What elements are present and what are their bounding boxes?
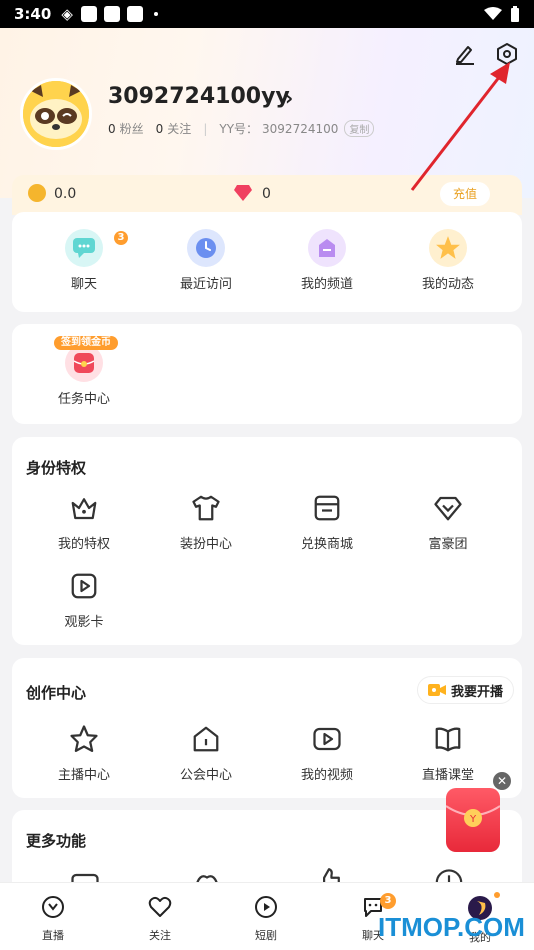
creation-item-live-classroom[interactable]: 直播课堂 — [388, 724, 508, 783]
diamond-icon — [234, 185, 252, 201]
quick-item-my-channel[interactable]: 我的频道 — [267, 229, 387, 292]
star-outline-icon — [70, 725, 98, 752]
coin-balance[interactable]: 0.0 — [54, 186, 76, 202]
notification-icon — [103, 6, 120, 22]
diamond-outline-icon — [434, 496, 462, 521]
status-time: 3:40 — [14, 5, 52, 23]
settings-icon[interactable] — [495, 42, 519, 66]
floating-red-packet[interactable]: Y — [445, 788, 501, 852]
movie-card-icon — [71, 573, 97, 599]
follow-count[interactable]: 0 — [156, 122, 164, 136]
recharge-button[interactable]: 充值 — [440, 182, 490, 206]
red-packet-icon: Y — [445, 805, 501, 827]
privilege-item-movie-card[interactable]: 观影卡 — [24, 571, 144, 630]
diamond-balance[interactable]: 0 — [262, 186, 271, 202]
notification-icon — [126, 6, 143, 22]
privilege-item-exchange-mall[interactable]: 兑换商城 — [267, 493, 387, 552]
fans-label[interactable]: 粉丝 — [120, 120, 144, 137]
chat-icon — [65, 229, 103, 267]
quick-item-recent-visits[interactable]: 最近访问 — [146, 229, 266, 292]
creation-label: 主播中心 — [57, 768, 110, 783]
privilege-label: 装扮中心 — [179, 537, 232, 552]
privilege-label: 我的特权 — [57, 537, 110, 552]
quick-item-label: 我的动态 — [421, 277, 474, 292]
tab-label: 关注 — [149, 929, 171, 942]
status-bar: 3:40 ◈ — [0, 0, 534, 28]
quick-functions-card: 聊天 3 最近访问 我的频道 我的动态 — [12, 212, 522, 312]
camera-icon — [427, 684, 446, 696]
play-tab-icon — [255, 896, 277, 918]
store-icon — [314, 495, 340, 521]
tab-live[interactable]: 直播 — [23, 895, 83, 943]
tab-follow[interactable]: 关注 — [130, 895, 190, 943]
unread-badge: 3 — [114, 231, 128, 245]
watermark: ITMOP.COM — [378, 912, 525, 942]
shirt-icon — [192, 495, 220, 521]
me-dot-indicator — [494, 892, 500, 898]
username[interactable]: 3092724100yy — [108, 84, 290, 109]
star-icon — [429, 229, 467, 267]
close-icon[interactable]: ✕ — [493, 772, 511, 790]
section-title: 身份特权 — [26, 459, 87, 477]
privilege-item-rich-club[interactable]: 富豪团 — [388, 493, 508, 552]
edit-icon[interactable] — [453, 42, 477, 66]
creation-item-guild-center[interactable]: 公会中心 — [146, 724, 266, 783]
clock-icon — [187, 229, 225, 267]
heart-tab-icon — [148, 896, 172, 917]
channel-icon — [308, 229, 346, 267]
wifi-icon — [484, 7, 502, 20]
quick-item-my-moments[interactable]: 我的动态 — [388, 229, 508, 292]
task-center-card: 任务中心 签到领金币 — [12, 324, 522, 424]
section-title: 创作中心 — [26, 684, 87, 702]
profile-stats: 0 粉丝 0 关注 | YY号： 3092724100 复制 — [108, 120, 375, 137]
sign-in-badge: 签到领金币 — [54, 336, 118, 350]
tab-short-drama[interactable]: 短剧 — [236, 895, 296, 943]
privilege-label: 兑换商城 — [300, 537, 353, 552]
creation-label: 直播课堂 — [421, 768, 474, 783]
creation-item-my-videos[interactable]: 我的视频 — [267, 724, 387, 783]
privilege-label: 观影卡 — [64, 615, 104, 630]
coin-icon — [28, 184, 46, 202]
avatar[interactable] — [20, 78, 92, 150]
book-icon — [435, 727, 461, 752]
copy-button[interactable]: 复制 — [344, 120, 375, 137]
follow-label[interactable]: 关注 — [167, 120, 191, 137]
go-live-button[interactable]: 我要开播 — [416, 676, 514, 704]
quick-item-label: 最近访问 — [179, 277, 232, 292]
wallet-bar: 0.0 0 充值 — [12, 175, 522, 215]
privilege-item-my-privileges[interactable]: 我的特权 — [24, 493, 144, 552]
creation-center-card: 创作中心 我要开播 主播中心 公会中心 我的视频 直播课堂 — [12, 658, 522, 798]
tab-label: 短剧 — [255, 929, 277, 942]
crown-icon — [71, 498, 97, 520]
divider: | — [203, 121, 208, 136]
raccoon-avatar-icon — [23, 81, 89, 147]
creation-label: 公会中心 — [179, 768, 232, 783]
privilege-label: 富豪团 — [428, 537, 468, 552]
identity-privileges-card: 身份特权 我的特权 装扮中心 兑换商城 富豪团 观影卡 — [12, 437, 522, 645]
notification-icon — [80, 6, 97, 22]
creation-label: 我的视频 — [300, 768, 353, 783]
more-notifications-icon — [153, 12, 158, 16]
guild-icon — [193, 726, 219, 752]
task-center-item[interactable]: 任务中心 — [24, 344, 144, 407]
go-live-label: 我要开播 — [450, 684, 503, 700]
privilege-item-dress-up[interactable]: 装扮中心 — [146, 493, 266, 552]
task-center-label: 任务中心 — [57, 392, 110, 407]
quick-item-label: 聊天 — [70, 277, 97, 292]
svg-text:Y: Y — [469, 814, 477, 825]
battery-icon — [511, 6, 519, 22]
section-title: 更多功能 — [26, 832, 87, 850]
chat-unread-badge: 3 — [380, 893, 396, 909]
quick-item-label: 我的频道 — [300, 277, 353, 292]
yy-label: YY号： — [219, 122, 259, 136]
creation-item-anchor-center[interactable]: 主播中心 — [24, 724, 144, 783]
tab-label: 直播 — [42, 929, 64, 942]
yy-number: 3092724100 — [262, 121, 339, 136]
chevron-right-icon[interactable]: › — [285, 86, 293, 110]
fans-count[interactable]: 0 — [108, 122, 116, 136]
live-tab-icon — [42, 896, 64, 918]
video-icon — [313, 727, 341, 751]
app-icon: ◈ — [61, 5, 73, 23]
